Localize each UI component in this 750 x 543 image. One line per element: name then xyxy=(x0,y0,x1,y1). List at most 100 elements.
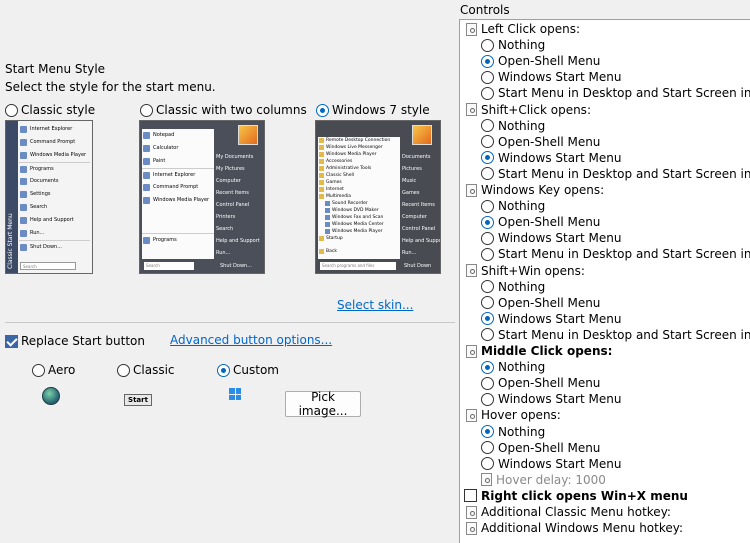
control-option[interactable]: Windows Start Menu xyxy=(481,311,621,327)
control-option[interactable]: Nothing xyxy=(481,198,545,214)
option-radio[interactable] xyxy=(481,215,494,229)
control-option[interactable]: Windows Start Menu xyxy=(481,150,621,166)
control-option[interactable]: Open-Shell Menu xyxy=(481,375,600,391)
user-avatar xyxy=(238,125,258,145)
two-col-left: Notepad Calculator Paint Internet Explor… xyxy=(142,129,214,259)
control-group-header[interactable]: Left Click opens: xyxy=(466,21,580,37)
w7-right: Documents Pictures Music Games Recent It… xyxy=(402,151,440,259)
style-label-windows7: Windows 7 style xyxy=(332,103,430,117)
option-radio[interactable] xyxy=(481,441,494,455)
control-option[interactable]: Nothing xyxy=(481,279,545,295)
control-option[interactable]: Open-Shell Menu xyxy=(481,295,600,311)
radio-aero[interactable] xyxy=(32,363,45,377)
radio-windows7[interactable] xyxy=(316,103,329,117)
pick-image-button[interactable]: Pick image... xyxy=(285,390,361,418)
two-col-right: My Documents My Pictures Computer Recent… xyxy=(216,151,262,259)
option-radio[interactable] xyxy=(481,135,494,149)
right-click-checkbox[interactable] xyxy=(464,489,477,503)
control-group-header[interactable]: Hover opens: xyxy=(466,407,561,423)
classic-hotkey-setting[interactable]: Additional Classic Menu hotkey: xyxy=(466,504,671,520)
hover-delay-setting[interactable]: Hover delay: 1000 xyxy=(481,472,606,488)
replace-start-button-option[interactable]: Replace Start button xyxy=(5,334,145,348)
style-option-windows7[interactable]: Windows 7 style xyxy=(316,103,430,117)
option-radio[interactable] xyxy=(481,376,494,390)
option-radio[interactable] xyxy=(481,38,494,52)
control-group-header[interactable]: Shift+Click opens: xyxy=(466,102,591,118)
control-group-header[interactable]: Shift+Win opens: xyxy=(466,263,585,279)
control-option[interactable]: Open-Shell Menu xyxy=(481,214,600,230)
option-label: Nothing xyxy=(498,279,546,294)
control-option[interactable]: Start Menu in Desktop and Start Screen i… xyxy=(481,246,750,262)
preview-item: Search xyxy=(19,201,90,214)
radio-two-columns[interactable] xyxy=(140,103,153,117)
option-radio[interactable] xyxy=(481,86,494,100)
user-avatar xyxy=(412,125,432,145)
preview-item: Music xyxy=(402,178,417,184)
right-click-winx-option[interactable]: Right click opens Win+X menu xyxy=(464,488,688,504)
control-option[interactable]: Start Menu in Desktop and Start Screen i… xyxy=(481,85,750,101)
group-title: Hover opens: xyxy=(481,408,561,423)
option-radio[interactable] xyxy=(481,280,494,294)
w7-bottom: Search programs and files Shut Down xyxy=(318,261,438,271)
option-radio[interactable] xyxy=(481,247,494,261)
control-group-header[interactable]: Middle Click opens: xyxy=(466,343,612,359)
setting-icon xyxy=(466,344,477,358)
control-option[interactable]: Nothing xyxy=(481,424,545,440)
preview-item: Windows Media Player xyxy=(318,228,400,235)
option-label: Start Menu in Desktop and Start Screen i… xyxy=(498,327,750,342)
control-option[interactable]: Start Menu in Desktop and Start Screen i… xyxy=(481,166,750,182)
option-radio[interactable] xyxy=(481,70,494,84)
control-option[interactable]: Windows Start Menu xyxy=(481,391,621,407)
option-radio[interactable] xyxy=(481,199,494,213)
control-option[interactable]: Windows Start Menu xyxy=(481,230,621,246)
option-radio[interactable] xyxy=(481,231,494,245)
option-radio[interactable] xyxy=(481,312,494,326)
advanced-button-options-link[interactable]: Advanced button options... xyxy=(170,333,332,347)
two-columns-style-preview[interactable]: Notepad Calculator Paint Internet Explor… xyxy=(139,120,265,274)
radio-classic-button[interactable] xyxy=(117,363,130,377)
option-radio[interactable] xyxy=(481,296,494,310)
preview-search: Search programs and files xyxy=(320,262,396,270)
option-radio[interactable] xyxy=(481,54,494,68)
radio-classic[interactable] xyxy=(5,103,18,117)
button-style-classic[interactable]: Classic xyxy=(117,363,175,377)
option-label: Nothing xyxy=(498,38,546,53)
option-radio[interactable] xyxy=(481,167,494,181)
control-option[interactable]: Nothing xyxy=(481,37,545,53)
button-style-aero[interactable]: Aero xyxy=(32,363,75,377)
start-menu-style-pane: Start Menu Style Select the style for th… xyxy=(0,0,458,543)
option-radio[interactable] xyxy=(481,392,494,406)
classic-style-preview[interactable]: Classic Start Menu Internet Explorer Com… xyxy=(5,120,93,274)
control-option[interactable]: Windows Start Menu xyxy=(481,69,621,85)
option-label: Windows Start Menu xyxy=(498,456,622,471)
control-option[interactable]: Open-Shell Menu xyxy=(481,53,600,69)
style-option-two-columns[interactable]: Classic with two columns xyxy=(140,103,307,117)
section-title: Start Menu Style xyxy=(5,62,106,76)
option-radio[interactable] xyxy=(481,457,494,471)
control-group-header[interactable]: Windows Key opens: xyxy=(466,182,604,198)
button-style-custom[interactable]: Custom xyxy=(217,363,279,377)
preview-item: Internet Explorer xyxy=(19,123,90,136)
preview-item: Command Prompt xyxy=(19,136,90,149)
option-radio[interactable] xyxy=(481,119,494,133)
radio-custom[interactable] xyxy=(217,363,230,377)
windows7-style-preview[interactable]: Remote Desktop Connection Windows Live M… xyxy=(315,120,441,274)
group-title: Middle Click opens: xyxy=(481,344,613,358)
control-option[interactable]: Open-Shell Menu xyxy=(481,440,600,456)
preview-item: My Pictures xyxy=(216,166,245,172)
replace-start-checkbox[interactable] xyxy=(5,334,18,348)
option-radio[interactable] xyxy=(481,425,494,438)
control-option[interactable]: Start Menu in Desktop and Start Screen i… xyxy=(481,327,750,343)
control-option[interactable]: Nothing xyxy=(481,118,545,134)
option-radio[interactable] xyxy=(481,328,494,342)
option-radio[interactable] xyxy=(481,151,494,165)
style-option-classic[interactable]: Classic style xyxy=(5,103,95,117)
control-option[interactable]: Nothing xyxy=(481,359,545,375)
option-radio[interactable] xyxy=(481,360,494,374)
control-option[interactable]: Open-Shell Menu xyxy=(481,134,600,150)
preview-item: Accessories xyxy=(318,158,400,165)
select-skin-link[interactable]: Select skin... xyxy=(337,298,413,312)
setting-icon xyxy=(466,521,477,535)
windows-hotkey-setting[interactable]: Additional Windows Menu hotkey: xyxy=(466,520,683,536)
control-option[interactable]: Windows Start Menu xyxy=(481,456,621,472)
